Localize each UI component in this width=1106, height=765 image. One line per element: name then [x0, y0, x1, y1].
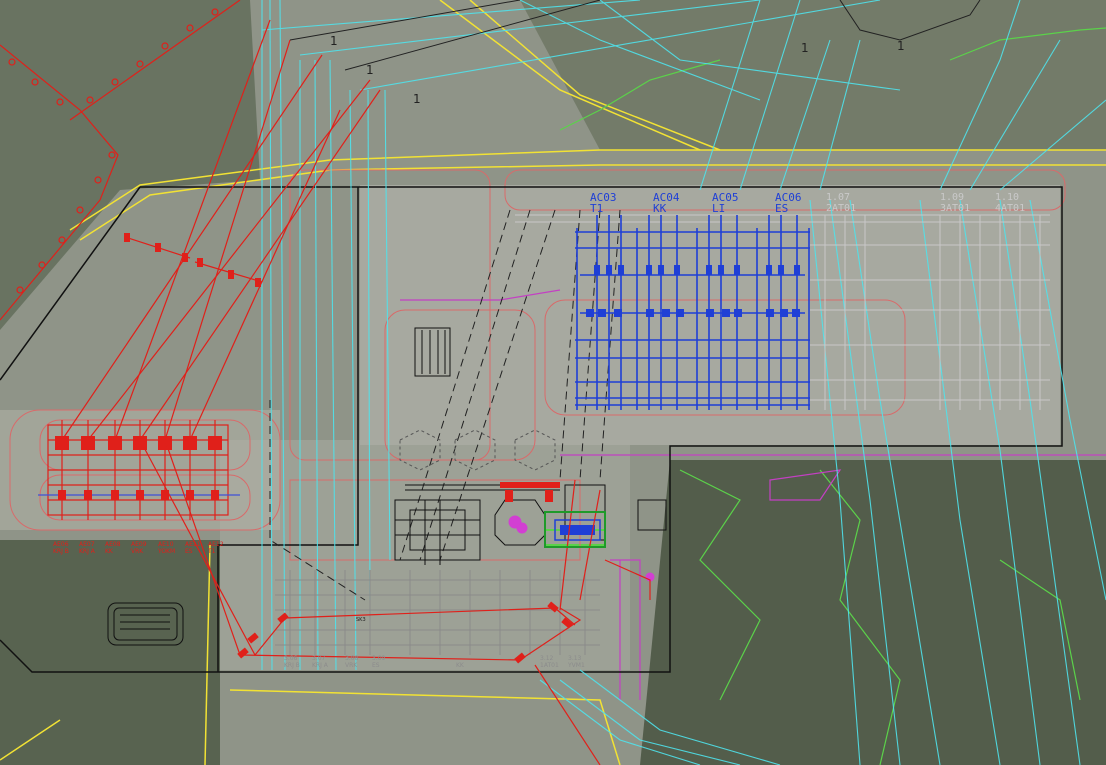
bay-label-name: 4AT01: [995, 203, 1025, 214]
bay-label-code: 1.09: [940, 192, 964, 203]
bay-label-name: 1AT01: [540, 662, 559, 669]
bay-label-code: 1.10: [995, 192, 1019, 203]
contour-mark: 1: [413, 92, 421, 106]
bay-label-name: 3AT01: [940, 203, 970, 214]
bay-label-name: T1: [207, 548, 216, 555]
bay-label-name: KRJ B: [53, 548, 69, 555]
bay-label-code: AE08: [105, 541, 121, 548]
bay-label-code: 3.12: [540, 655, 554, 662]
contour-mark: 1: [366, 63, 374, 77]
bay-label-code: AE09: [131, 541, 147, 548]
bay-label-code: 3.08: [345, 655, 359, 662]
contour-mark: 1: [330, 34, 338, 48]
bay-label-code: AE07: [79, 541, 95, 548]
bay-label-code: 1.07: [826, 192, 850, 203]
bay-label-code: AE10: [158, 541, 174, 548]
bay-label-code: AE06: [53, 541, 69, 548]
bay-label-name: LI: [712, 202, 725, 215]
forest-area-top-right: [520, 0, 1106, 150]
bay-label-name: KK: [456, 662, 465, 669]
contour-mark: 1: [897, 39, 905, 53]
bay-label-code: 3.07: [312, 655, 326, 662]
equipment-tag: SK3: [356, 617, 366, 623]
bay-label-name: ES: [372, 662, 380, 669]
bay-label-name: T1: [590, 202, 603, 215]
bay-label-name: KRJ B: [284, 662, 300, 669]
bay-label-name: KK: [653, 202, 667, 215]
bay-label-name: KRJ A: [79, 548, 96, 555]
contour-mark: 1: [801, 41, 809, 55]
bay-label-name: VRK: [345, 662, 358, 669]
forest-area-bottom-left: [0, 540, 220, 765]
bay-label-name: 2AT01: [826, 203, 856, 214]
bay-label-name: ES: [775, 202, 788, 215]
forest-area-right: [640, 460, 1106, 765]
site-plan-map[interactable]: AC03 T1 AC04 KK AC05 LI AC06 ES 1.07 2AT…: [0, 0, 1106, 765]
bay-label-name: YOKM: [157, 548, 175, 555]
bay-label-name: KRJ A: [312, 662, 329, 669]
bay-label-code: 3.13: [568, 655, 582, 662]
bay-label-code: AE11: [185, 541, 201, 548]
bay-label-code: 3.09: [372, 655, 386, 662]
bay-label-name: ES: [185, 548, 193, 555]
bay-label-name: YVM1: [567, 662, 585, 669]
bay-label-name: VRK: [131, 548, 144, 555]
bay-label-name: KK: [105, 548, 114, 555]
bay-label-code: AE12: [208, 541, 224, 548]
bay-label-code: 3.06: [284, 655, 298, 662]
